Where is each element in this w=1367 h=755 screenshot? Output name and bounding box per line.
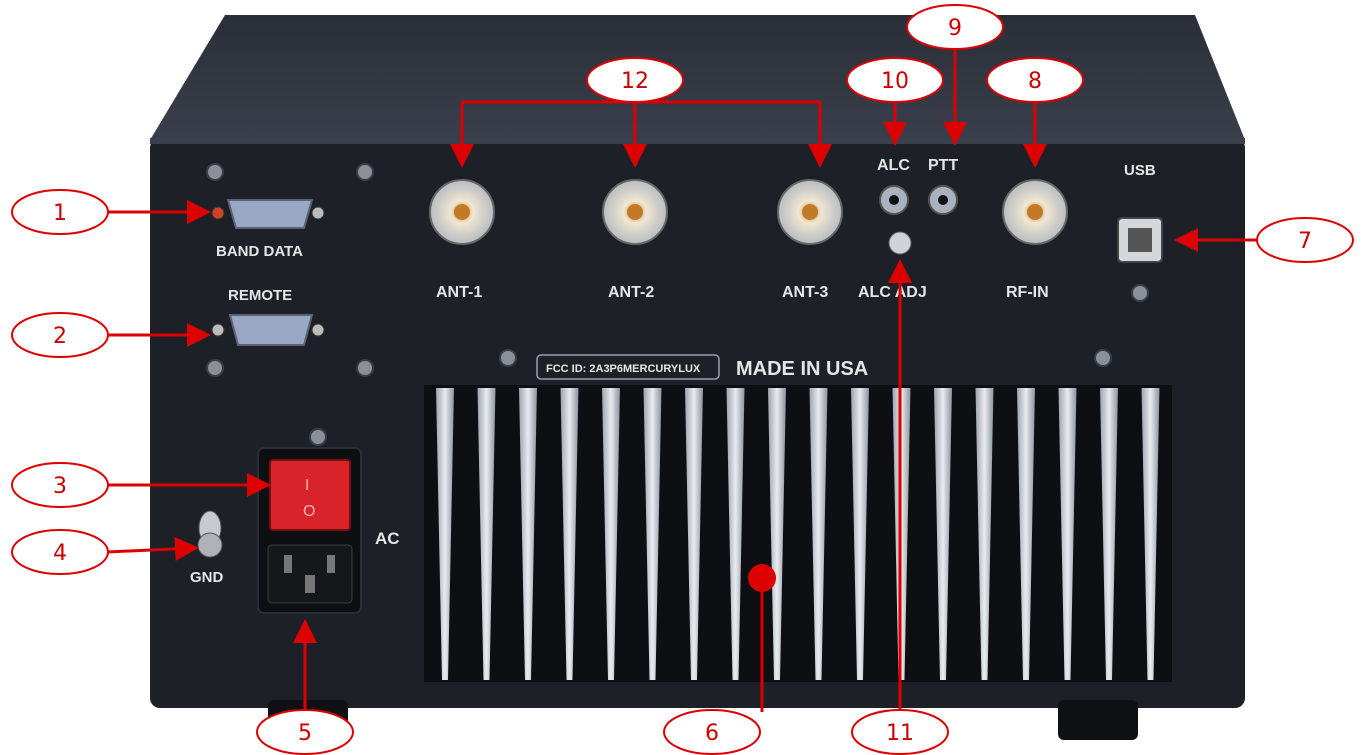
callout-number-5: 5 (298, 721, 312, 746)
usb-label: USB (1124, 162, 1156, 179)
rf-in-label: RF-IN (1006, 284, 1049, 301)
callout-number-4: 4 (53, 541, 67, 566)
alc-adj-label: ALC ADJ (858, 284, 927, 301)
callout-number-2: 2 (53, 324, 67, 349)
ant2-label: ANT-2 (608, 284, 654, 301)
callout-number-9: 9 (948, 16, 962, 41)
amplifier-rear-panel-diagram: BAND DATA REMOTE ANT-1 ANT-2 ANT-3 RF-IN… (11, 4, 1354, 755)
callout-number-11: 11 (886, 721, 914, 746)
usb-port (1117, 217, 1163, 263)
ground-terminal (197, 510, 223, 558)
callout-number-12: 12 (621, 69, 649, 94)
callout-number-1: 1 (53, 201, 67, 226)
ptt-label: PTT (928, 157, 958, 174)
ant1-label: ANT-1 (436, 284, 482, 301)
ant3-label: ANT-3 (782, 284, 828, 301)
callout-number-6: 6 (705, 721, 719, 746)
gnd-label: GND (190, 569, 224, 586)
foot-right (1058, 700, 1138, 740)
ant3-connector (777, 179, 843, 245)
iec-inlet (267, 544, 353, 604)
ant1-connector (429, 179, 495, 245)
ac-label: AC (375, 529, 400, 548)
power-switch-on: I (305, 477, 309, 494)
alc-jack (879, 185, 909, 215)
heatsink-marker (748, 564, 776, 592)
band-data-label: BAND DATA (216, 243, 303, 260)
callout-number-8: 8 (1028, 69, 1042, 94)
power-switch-off: O (303, 503, 315, 520)
ant2-connector (602, 179, 668, 245)
made-in-usa-label: MADE IN USA (736, 358, 868, 380)
callout-number-10: 10 (881, 69, 909, 94)
remote-label: REMOTE (228, 287, 292, 304)
rf-in-connector (1002, 179, 1068, 245)
callout-number-7: 7 (1298, 229, 1312, 254)
alc-label: ALC (877, 157, 910, 174)
callout-number-3: 3 (53, 474, 67, 499)
fcc-id-label: FCC ID: 2A3P6MERCURYLUX (546, 363, 701, 375)
ptt-jack (928, 185, 958, 215)
alc-adj-pot (888, 231, 912, 255)
power-switch: I O (269, 459, 351, 531)
